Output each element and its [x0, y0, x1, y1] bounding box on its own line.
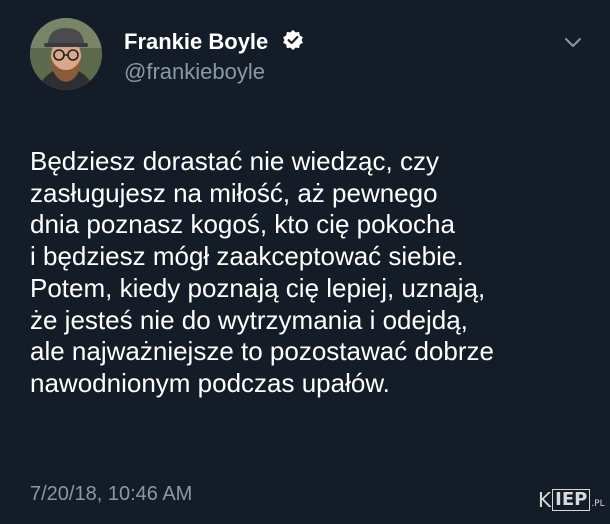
verified-badge-icon [283, 30, 303, 50]
tweet-timestamp[interactable]: 7/20/18, 10:46 AM [30, 483, 192, 506]
site-watermark-logo: K IEP .PL [538, 488, 605, 512]
bearded-man-avatar-icon [30, 18, 102, 90]
tweet-text-line: że jesteś nie do wytrzymania i odejdą, [30, 304, 468, 335]
tweet-text-line: Potem, kiedy poznają cię lepiej, uznają, [30, 272, 486, 303]
tweet-card: Frankie Boyle @frankieboyle Będziesz dor… [0, 0, 610, 524]
author-display-name[interactable]: Frankie Boyle [124, 29, 268, 55]
tweet-text-line: ale najważniejsze to pozostawać dobrze [30, 336, 494, 367]
watermark-suffix: .PL [591, 499, 605, 509]
tweet-text-line: zasługujesz na miłość, aż pewnego [30, 177, 438, 208]
chevron-down-icon[interactable] [564, 37, 582, 49]
tweet-text-line: nawodnionym podczas upałów. [30, 367, 390, 398]
watermark-left: K [538, 488, 552, 512]
tweet-text-line: dnia poznasz kogoś, kto cię pokocha [30, 209, 455, 240]
author-handle[interactable]: @frankieboyle [124, 59, 265, 85]
tweet-text: Będziesz dorastać nie wiedząc, czy zasłu… [30, 146, 590, 400]
tweet-text-line: Będziesz dorastać nie wiedząc, czy [30, 146, 439, 176]
watermark-box: IEP [552, 489, 591, 511]
tweet-text-line: i będziesz mógł zaakceptować siebie. [30, 241, 464, 272]
avatar[interactable] [30, 18, 102, 90]
